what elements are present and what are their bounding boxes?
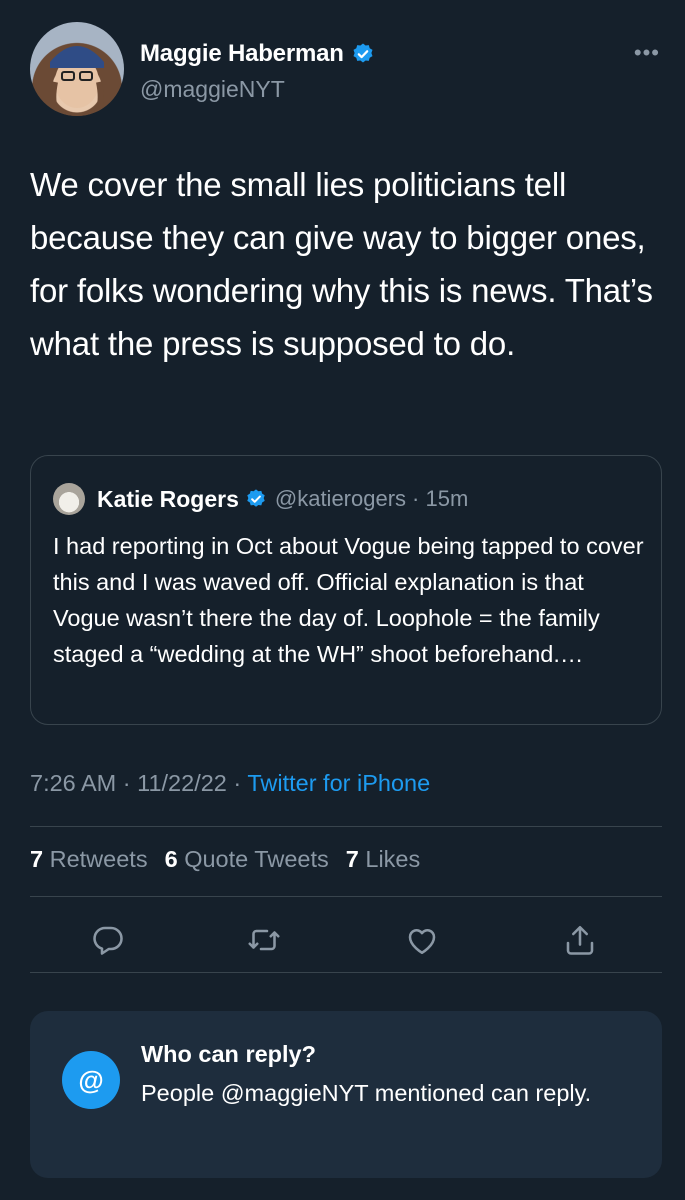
- author-name[interactable]: Maggie Haberman: [140, 40, 344, 68]
- who-can-reply-description: People @maggieNYT mentioned can reply.: [141, 1080, 592, 1106]
- quoted-author-avatar: [53, 483, 85, 515]
- retweet-icon[interactable]: [246, 922, 282, 958]
- mention-at-icon: @: [62, 1051, 120, 1109]
- quoted-author-name: Katie Rogers: [97, 485, 239, 512]
- quoted-tweet-time: · 15m: [412, 486, 469, 511]
- meta-separator: ·: [122, 770, 138, 796]
- divider: [30, 826, 662, 827]
- retweets-count: 7: [30, 846, 44, 872]
- tweet-detail-page: Maggie Haberman @maggieNYT ••• We cover …: [0, 0, 685, 1200]
- quoted-author-handle: @katierogers: [274, 486, 407, 511]
- tweet-meta: 7:26 AM · 11/22/22 · Twitter for iPhone: [30, 770, 430, 797]
- quote-tweets-count: 6: [164, 846, 178, 872]
- divider: [30, 972, 662, 973]
- divider: [30, 896, 662, 897]
- retweets-label: Retweets: [49, 846, 148, 872]
- quoted-tweet-text: I had reporting in Oct about Vogue being…: [53, 533, 644, 667]
- meta-separator: ·: [233, 770, 248, 796]
- tweet-actions: [30, 918, 662, 962]
- tweet-header: Maggie Haberman @maggieNYT •••: [30, 22, 660, 118]
- quote-tweets-stat[interactable]: 6 Quote Tweets: [165, 846, 329, 873]
- quoted-tweet-header: Katie Rogers @katierogers · 15m: [53, 482, 468, 516]
- tweet-time: 7:26 AM: [30, 770, 117, 796]
- author-name-row: Maggie Haberman: [140, 40, 375, 68]
- likes-count: 7: [345, 846, 359, 872]
- author-avatar[interactable]: [30, 22, 124, 116]
- tweet-date: 11/22/22: [137, 770, 227, 796]
- tweet-stats: 7 Retweets 6 Quote Tweets 7 Likes: [30, 846, 437, 873]
- retweets-stat[interactable]: 7 Retweets: [30, 846, 148, 873]
- likes-stat[interactable]: 7 Likes: [346, 846, 420, 873]
- author-handle[interactable]: @maggieNYT: [140, 76, 285, 103]
- avatar-image: [50, 46, 104, 116]
- quoted-verified-badge-icon: [247, 489, 265, 507]
- likes-label: Likes: [365, 846, 421, 872]
- reply-icon[interactable]: [90, 922, 126, 958]
- like-icon[interactable]: [404, 922, 440, 958]
- quoted-tweet[interactable]: Katie Rogers @katierogers · 15m I had re…: [30, 455, 662, 725]
- tweet-text: We cover the small lies politicians tell…: [30, 166, 653, 362]
- quote-tweets-label: Quote Tweets: [184, 846, 329, 872]
- more-options-icon[interactable]: •••: [634, 40, 660, 66]
- share-icon[interactable]: [562, 922, 598, 958]
- tweet-source-link[interactable]: Twitter for iPhone: [247, 770, 430, 796]
- who-can-reply-title: Who can reply?: [141, 1041, 316, 1067]
- verified-badge-icon: [353, 43, 373, 63]
- who-can-reply-panel: @ Who can reply? People @maggieNYT menti…: [30, 1011, 662, 1178]
